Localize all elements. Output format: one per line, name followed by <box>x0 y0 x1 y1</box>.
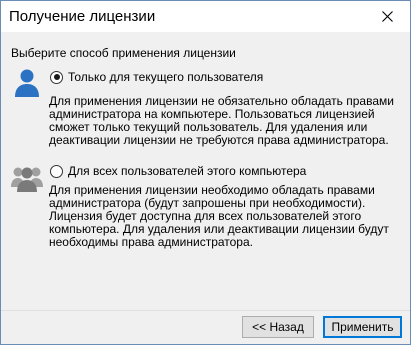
prompt-label: Выберите способ применения лицензии <box>11 46 236 60</box>
radio-all-users[interactable]: Для всех пользователей этого компьютера <box>50 163 306 179</box>
radio-current-user[interactable]: Только для текущего пользователя <box>50 69 263 85</box>
dialog-content: Выберите способ применения лицензии Толь… <box>1 32 410 344</box>
current-user-description: Для применения лицензии не обязательно о… <box>49 94 394 147</box>
single-user-icon <box>15 69 39 97</box>
close-button[interactable] <box>365 1 410 32</box>
all-users-description: Для применения лицензии необходимо облад… <box>49 183 389 249</box>
radio-all-users-button[interactable] <box>50 164 63 178</box>
title-bar: Получение лицензии <box>1 1 410 32</box>
apply-button[interactable]: Применить <box>323 316 402 338</box>
back-button[interactable]: << Назад <box>242 316 314 338</box>
license-dialog: Получение лицензии Выберите способ приме… <box>0 0 411 345</box>
user-group-icon <box>11 167 43 192</box>
close-icon <box>382 11 393 22</box>
dialog-title: Получение лицензии <box>9 8 156 25</box>
footer-divider <box>1 310 410 311</box>
radio-current-user-button[interactable] <box>50 70 63 84</box>
radio-current-user-label[interactable]: Только для текущего пользователя <box>68 70 263 84</box>
radio-all-users-label[interactable]: Для всех пользователей этого компьютера <box>68 164 306 178</box>
